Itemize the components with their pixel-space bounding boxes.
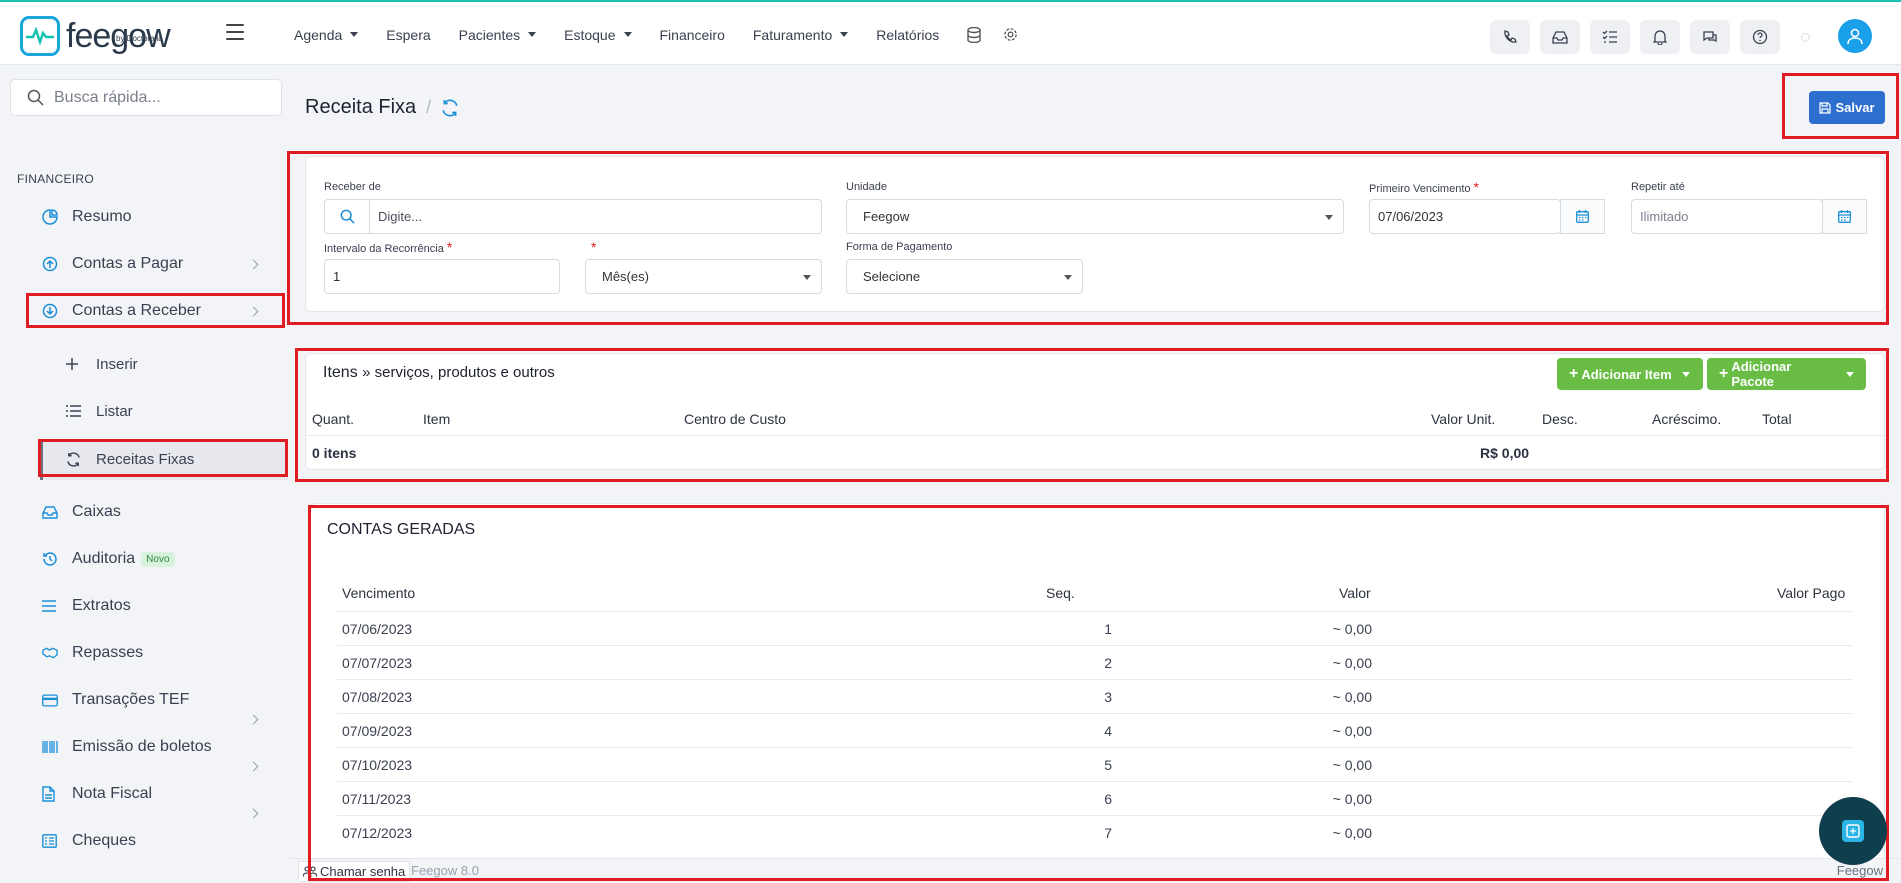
highlight-form — [287, 151, 1889, 325]
main-menu: Agenda Espera Pacientes Estoque Financei… — [294, 2, 1040, 67]
database-icon[interactable] — [967, 26, 981, 43]
sidebar-item-auditoria[interactable]: Auditoria Novo — [42, 547, 175, 571]
chat-icon[interactable] — [1690, 20, 1730, 54]
check-list-icon — [42, 833, 58, 849]
menu-estoque[interactable]: Estoque — [564, 27, 632, 43]
handshake-icon — [42, 645, 58, 661]
logo-mark-icon — [20, 16, 60, 56]
arrow-up-circle-icon — [42, 256, 58, 272]
sidebar-item-caixas[interactable]: Caixas — [42, 500, 121, 524]
bell-icon[interactable] — [1640, 20, 1680, 54]
sidebar-item-nota-fiscal[interactable]: Nota Fiscal — [42, 782, 152, 806]
menu-espera[interactable]: Espera — [386, 27, 430, 43]
chevron-down-icon — [350, 32, 359, 37]
quick-search[interactable] — [10, 79, 282, 116]
highlight-receitas-fixas — [38, 439, 288, 477]
document-icon — [42, 786, 58, 802]
list-icon — [66, 405, 82, 417]
gear-icon[interactable] — [1003, 27, 1018, 42]
inbox-icon — [42, 504, 58, 520]
menu-toggle-icon[interactable] — [226, 24, 244, 45]
search-icon — [27, 89, 44, 106]
top-navbar: feegow by Doctoralia Agenda Espera Pacie… — [0, 0, 1901, 65]
breadcrumb-separator: / — [426, 97, 432, 117]
pie-chart-icon — [42, 209, 58, 225]
plus-icon — [66, 358, 82, 370]
quick-search-input[interactable] — [54, 88, 254, 107]
highlight-save — [1782, 73, 1899, 139]
toolbar-icons — [1490, 20, 1790, 54]
highlight-contas-geradas — [308, 505, 1889, 881]
logo-byline: by Doctoralia — [116, 34, 163, 43]
inbox-icon[interactable] — [1540, 20, 1580, 54]
chevron-right-icon — [248, 761, 259, 772]
sidebar-item-transacoes-tef[interactable]: Transações TEF — [42, 688, 189, 712]
chevron-down-icon — [528, 32, 537, 37]
menu-pacientes[interactable]: Pacientes — [459, 27, 537, 43]
chevron-down-icon — [623, 32, 632, 37]
support-chat-button[interactable] — [1819, 797, 1887, 865]
menu-agenda[interactable]: Agenda — [294, 27, 359, 43]
barcode-icon — [42, 739, 58, 755]
sidebar-item-extratos[interactable]: Extratos — [42, 594, 131, 618]
sidebar-subitem-inserir[interactable]: Inserir — [66, 352, 138, 376]
lines-icon — [42, 598, 58, 614]
new-badge: Novo — [141, 551, 175, 567]
status-indicator-icon — [1801, 33, 1810, 42]
menu-financeiro[interactable]: Financeiro — [660, 27, 725, 43]
chevron-right-icon — [248, 714, 259, 725]
section-label-financeiro: FINANCEIRO — [17, 172, 95, 186]
sidebar-item-cheques[interactable]: Cheques — [42, 829, 136, 853]
checklist-icon[interactable] — [1590, 20, 1630, 54]
sidebar-item-resumo[interactable]: Resumo — [42, 205, 132, 229]
credit-card-icon — [42, 692, 58, 708]
menu-faturamento[interactable]: Faturamento — [753, 27, 849, 43]
page-title: Receita Fixa / — [305, 96, 459, 119]
phone-icon[interactable] — [1490, 20, 1530, 54]
refresh-icon[interactable] — [441, 98, 459, 117]
sidebar-subitem-listar[interactable]: Listar — [66, 399, 133, 423]
help-icon[interactable] — [1740, 20, 1780, 54]
chevron-right-icon — [248, 259, 259, 270]
chevron-right-icon — [248, 808, 259, 819]
sidebar-item-repasses[interactable]: Repasses — [42, 641, 143, 665]
sidebar-item-emissao-boletos[interactable]: Emissão de boletos — [42, 735, 212, 759]
highlight-itens — [295, 348, 1889, 482]
user-avatar[interactable] — [1838, 19, 1872, 53]
feegow-logo[interactable]: feegow by Doctoralia — [20, 16, 171, 56]
highlight-contas-receber — [26, 293, 285, 328]
history-icon — [42, 551, 58, 567]
chat-widget-icon — [1842, 820, 1864, 842]
sidebar-item-contas-pagar[interactable]: Contas a Pagar — [42, 252, 183, 276]
menu-relatorios[interactable]: Relatórios — [876, 27, 939, 43]
chevron-down-icon — [840, 32, 849, 37]
